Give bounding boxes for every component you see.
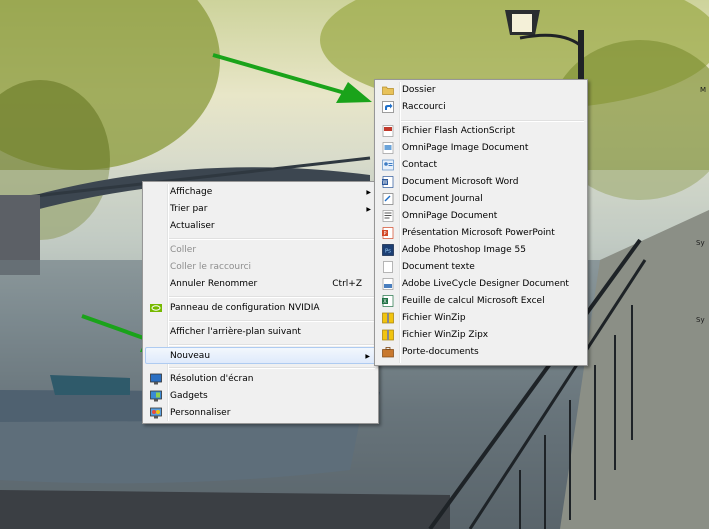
submenu-arrow-icon: ▶ <box>366 206 371 213</box>
submenu-item-powerpoint[interactable]: P Présentation Microsoft PowerPoint <box>377 225 585 242</box>
menu-item-label: Document Microsoft Word <box>402 177 519 187</box>
submenu-item-winzip[interactable]: Fichier WinZip <box>377 310 585 327</box>
folder-icon <box>382 86 394 95</box>
photoshop-icon: Ps <box>382 244 394 256</box>
text-document-icon <box>383 261 393 273</box>
menu-item-coller[interactable]: Coller <box>145 242 376 259</box>
menu-item-label: Adobe Photoshop Image 55 <box>402 245 526 255</box>
menu-item-resolution-ecran[interactable]: Résolution d'écran <box>145 371 376 388</box>
submenu-item-journal[interactable]: Document Journal <box>377 191 585 208</box>
gadgets-icon <box>150 390 162 402</box>
submenu-arrow-icon: ▶ <box>365 353 370 360</box>
submenu-item-document-texte[interactable]: Document texte <box>377 259 585 276</box>
submenu-item-winzip-zipx[interactable]: Fichier WinZip Zipx <box>377 327 585 344</box>
submenu-item-photoshop[interactable]: Ps Adobe Photoshop Image 55 <box>377 242 585 259</box>
menu-item-label: Nouveau <box>170 351 211 361</box>
menu-item-label: Gadgets <box>170 391 208 401</box>
submenu-item-porte-documents[interactable]: Porte-documents <box>377 344 585 361</box>
submenu-item-raccourci[interactable]: Raccourci <box>377 99 585 116</box>
desktop-context-menu: Affichage ▶ Trier par ▶ Actualiser Colle… <box>142 181 379 424</box>
omnipage-image-icon <box>382 142 394 154</box>
submenu-item-omnipage-image[interactable]: OmniPage Image Document <box>377 140 585 157</box>
desktop-edge-label: Sy <box>696 316 705 324</box>
desktop[interactable]: M Sy Sy Affichage ▶ Trier par ▶ Actualis… <box>0 0 709 529</box>
menu-separator <box>169 320 375 322</box>
menu-item-nouveau[interactable]: Nouveau ▶ <box>145 347 376 364</box>
menu-item-label: OmniPage Image Document <box>402 143 529 153</box>
menu-separator <box>169 367 375 369</box>
submenu-arrow-icon: ▶ <box>366 189 371 196</box>
menu-item-label: Dossier <box>402 85 436 95</box>
menu-item-label: Annuler Renommer <box>170 279 258 289</box>
menu-item-actualiser[interactable]: Actualiser <box>145 218 376 235</box>
menu-separator <box>401 120 584 122</box>
menu-item-label: Panneau de configuration NVIDIA <box>170 303 320 313</box>
submenu-item-word[interactable]: W Document Microsoft Word <box>377 174 585 191</box>
submenu-item-livecycle[interactable]: Adobe LiveCycle Designer Document <box>377 276 585 293</box>
menu-item-label: Fichier WinZip Zipx <box>402 330 489 340</box>
menu-item-label: Fichier WinZip <box>402 313 466 323</box>
menu-item-label: Contact <box>402 160 438 170</box>
menu-item-label: Coller le raccourci <box>170 262 252 272</box>
svg-text:X: X <box>383 299 387 305</box>
shortcut-icon <box>382 101 394 113</box>
menu-separator <box>169 238 375 240</box>
excel-icon: X <box>382 295 394 307</box>
menu-item-coller-raccourci[interactable]: Coller le raccourci <box>145 259 376 276</box>
display-icon <box>150 373 162 385</box>
menu-item-label: Feuille de calcul Microsoft Excel <box>402 296 545 306</box>
submenu-item-omnipage-document[interactable]: OmniPage Document <box>377 208 585 225</box>
personalize-icon <box>150 407 162 419</box>
menu-item-label: OmniPage Document <box>402 211 498 221</box>
menu-item-label: Coller <box>170 245 197 255</box>
desktop-edge-label: M <box>700 86 707 94</box>
livecycle-icon <box>382 278 394 290</box>
menu-separator <box>169 344 375 346</box>
new-submenu: Dossier Raccourci Fichier Flash ActionSc… <box>374 79 588 366</box>
menu-item-nvidia[interactable]: Panneau de configuration NVIDIA <box>145 300 376 317</box>
menu-item-label: Résolution d'écran <box>170 374 254 384</box>
menu-item-gadgets[interactable]: Gadgets <box>145 388 376 405</box>
menu-item-label: Personnaliser <box>170 408 231 418</box>
menu-item-label: Adobe LiveCycle Designer Document <box>402 279 569 289</box>
menu-item-label: Affichage <box>170 187 213 197</box>
submenu-item-flash-actionscript[interactable]: Fichier Flash ActionScript <box>377 123 585 140</box>
svg-text:P: P <box>383 231 386 237</box>
winzip-icon <box>382 312 394 324</box>
menu-item-label: Fichier Flash ActionScript <box>402 126 516 136</box>
winzip-zipx-icon <box>382 329 394 341</box>
menu-item-label: Document texte <box>402 262 475 272</box>
menu-separator <box>169 296 375 298</box>
powerpoint-icon: P <box>382 227 394 239</box>
menu-item-label: Raccourci <box>402 102 446 112</box>
menu-item-label: Trier par <box>170 204 208 214</box>
menu-item-trier-par[interactable]: Trier par ▶ <box>145 201 376 218</box>
svg-text:Ps: Ps <box>385 249 391 255</box>
nvidia-icon <box>150 304 162 312</box>
menu-item-personnaliser[interactable]: Personnaliser <box>145 405 376 422</box>
menu-item-label: Afficher l'arrière-plan suivant <box>170 327 301 337</box>
contact-icon <box>382 159 394 171</box>
menu-item-affichage[interactable]: Affichage ▶ <box>145 184 376 201</box>
submenu-item-excel[interactable]: X Feuille de calcul Microsoft Excel <box>377 293 585 310</box>
word-icon: W <box>382 176 394 188</box>
menu-item-label: Porte-documents <box>402 347 479 357</box>
desktop-edge-label: Sy <box>696 239 705 247</box>
briefcase-icon <box>382 347 394 358</box>
menu-item-label: Actualiser <box>170 221 215 231</box>
journal-icon <box>382 193 394 205</box>
submenu-item-contact[interactable]: Contact <box>377 157 585 174</box>
svg-text:W: W <box>383 180 388 186</box>
menu-item-shortcut: Ctrl+Z <box>332 279 362 289</box>
omnipage-document-icon <box>382 210 394 222</box>
menu-item-arriere-plan-suivant[interactable]: Afficher l'arrière-plan suivant <box>145 324 376 341</box>
flash-actionscript-icon <box>382 125 394 137</box>
menu-item-label: Présentation Microsoft PowerPoint <box>402 228 555 238</box>
menu-item-annuler-renommer[interactable]: Annuler Renommer Ctrl+Z <box>145 276 376 293</box>
submenu-item-dossier[interactable]: Dossier <box>377 82 585 99</box>
menu-item-label: Document Journal <box>402 194 483 204</box>
